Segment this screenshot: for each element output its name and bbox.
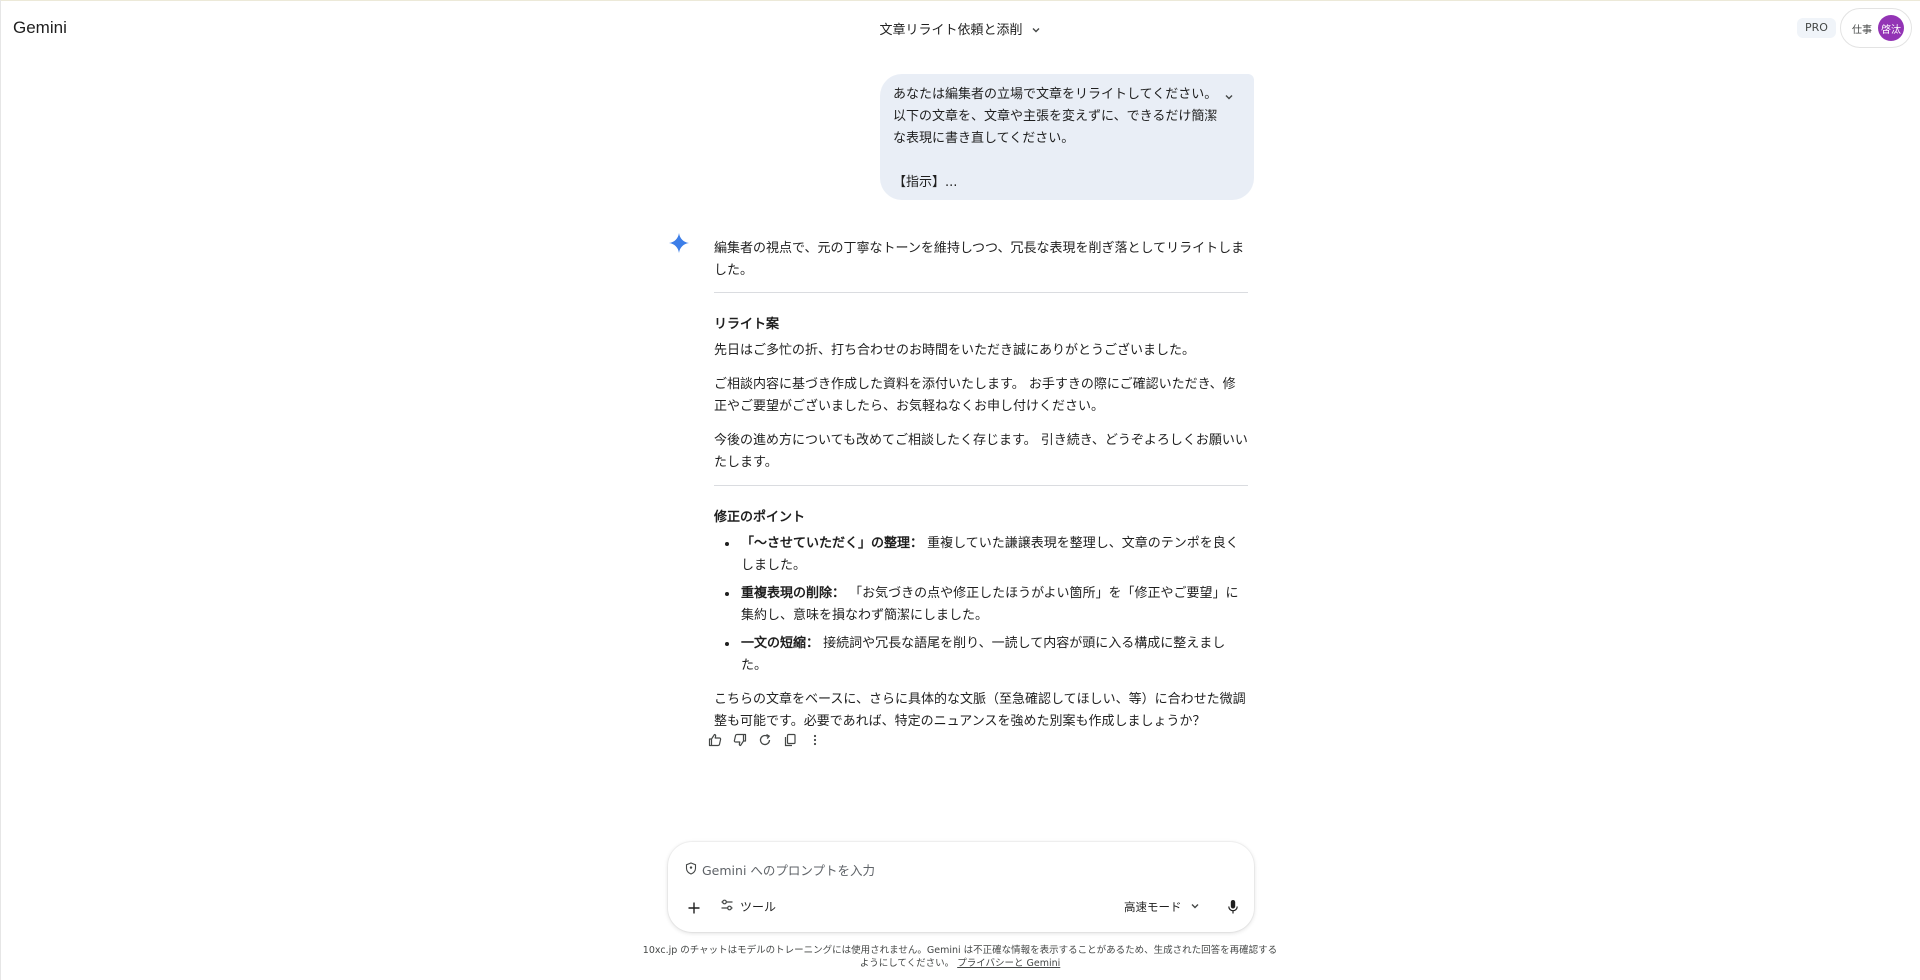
list-item: 「〜させていただく」の整理： 重複していた謙譲表現を整理し、文章のテンポを良くし…	[714, 533, 1248, 577]
avatar: 啓汰	[1878, 15, 1904, 41]
expand-message-button[interactable]	[1220, 88, 1238, 106]
user-message-line: 以下の文章を、文章や主張を変えずに、できるだけ簡潔	[893, 109, 1218, 124]
points-list: 「〜させていただく」の整理： 重複していた謙譲表現を整理し、文章のテンポを良くし…	[714, 533, 1248, 677]
rewrite-paragraph: 先日はご多忙の折、打ち合わせのお時間をいただき誠にありがとうございました。	[714, 343, 1196, 358]
user-message-line: 【指示】...	[893, 175, 958, 190]
points-heading: 修正のポイント	[714, 510, 806, 525]
point-label: 一文の短縮：	[741, 636, 820, 651]
user-message-line: あなたは編集者の立場で文章をリライトしてください。	[893, 87, 1218, 102]
prompt-composer: Gemini へのプロンプトを入力 ツール 高速モード	[668, 842, 1254, 932]
top-bar: Gemini 文章リライト依頼と添削 PRO 仕事 啓汰	[0, 0, 1920, 58]
thumbs-down-icon[interactable]	[731, 731, 748, 748]
microphone-icon[interactable]	[1223, 897, 1243, 917]
mode-selector[interactable]: 高速モード	[1124, 899, 1200, 915]
add-attachment-button[interactable]	[683, 897, 705, 919]
account-switcher[interactable]: 仕事 啓汰	[1840, 8, 1912, 48]
prompt-input[interactable]: Gemini へのプロンプトを入力	[685, 860, 875, 879]
prompt-placeholder: Gemini へのプロンプトを入力	[702, 863, 876, 878]
pro-badge[interactable]: PRO	[1797, 18, 1836, 38]
user-message-line: な表現に書き直してください。	[893, 131, 1075, 146]
tools-button[interactable]: ツール	[720, 898, 776, 915]
conversation-title: 文章リライト依頼と添削	[879, 23, 1023, 38]
mode-label: 高速モード	[1124, 900, 1182, 914]
point-label: 重複表現の削除：	[741, 586, 846, 601]
regenerate-icon[interactable]	[756, 731, 773, 748]
response-actions	[706, 731, 823, 748]
tools-label: ツール	[740, 900, 777, 914]
more-vert-icon[interactable]	[806, 731, 823, 748]
response-intro: 編集者の視点で、元の丁寧なトーンを維持しつつ、冗長な表現を削ぎ落としてリライトし…	[714, 241, 1245, 278]
rewrite-heading: リライト案	[714, 317, 780, 332]
list-item: 重複表現の削除： 「お気づきの点や修正したほうがよい箇所」を「修正やご要望」に集…	[714, 583, 1248, 627]
list-item: 一文の短縮： 接続詞や冗長な語尾を削り、一読して内容が頭に入る構成に整えました。	[714, 633, 1248, 677]
response-closing: こちらの文章をベースに、さらに具体的な文脈（至急確認してほしい、等）に合わせた微…	[714, 692, 1246, 729]
rewrite-paragraph: ご相談内容に基づき作成した資料を添付いたします。 お手すきの際にご確認いただき、…	[714, 377, 1236, 414]
thumbs-up-icon[interactable]	[706, 731, 723, 748]
tune-icon	[720, 898, 734, 915]
workspace-label: 仕事	[1852, 24, 1872, 36]
gemini-spark-icon	[669, 233, 689, 253]
rewrite-paragraph: 今後の進め方についても改めてご相談したく存じます。 引き続き、どうぞよろしくお願…	[714, 433, 1248, 470]
conversation-title-bar: 文章リライト依頼と添削	[0, 19, 1920, 38]
point-label: 「〜させていただく」の整理：	[741, 536, 924, 551]
disclaimer: 10xc.jp のチャットはモデルのトレーニングには使用されません。Gemini…	[640, 944, 1280, 970]
left-border	[0, 0, 1, 980]
conversation-title-button[interactable]: 文章リライト依頼と添削	[879, 19, 1040, 38]
user-message-bubble: あなたは編集者の立場で文章をリライトしてください。 以下の文章を、文章や主張を変…	[880, 74, 1254, 200]
chevron-down-icon	[1031, 24, 1041, 34]
chevron-down-icon	[1190, 900, 1200, 914]
model-response: 編集者の視点で、元の丁寧なトーンを維持しつつ、冗長な表現を削ぎ落としてリライトし…	[714, 238, 1248, 733]
privacy-link[interactable]: プライバシーと Gemini	[957, 958, 1060, 969]
plus-icon	[688, 902, 700, 914]
shield-icon	[685, 860, 697, 879]
copy-icon[interactable]	[781, 731, 798, 748]
chevron-down-icon	[1225, 95, 1233, 100]
